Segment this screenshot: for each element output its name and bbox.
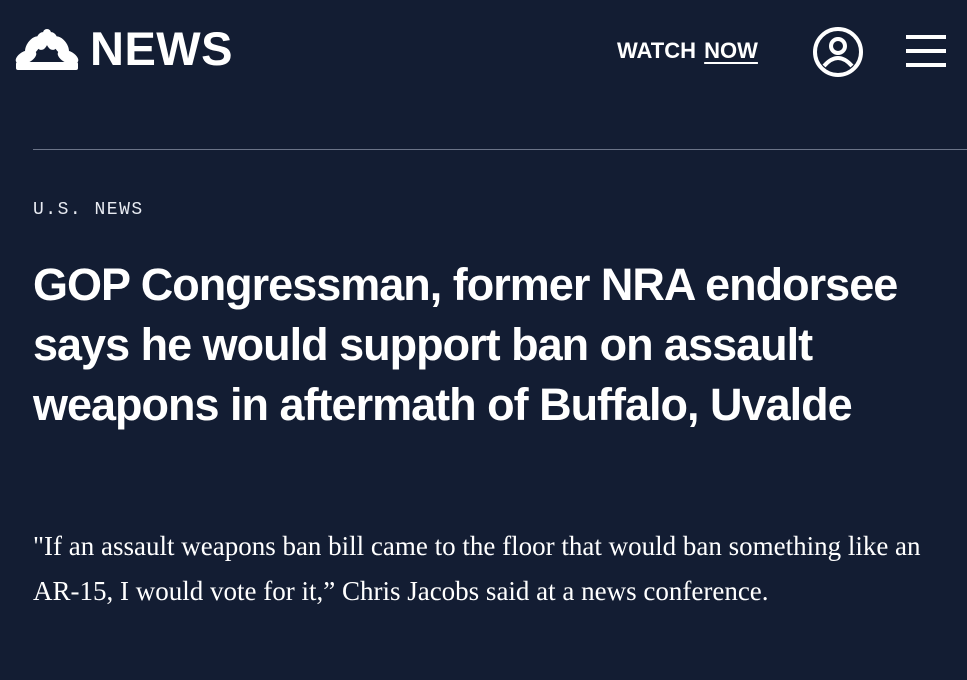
logo-text: NEWS xyxy=(90,22,233,75)
category-label[interactable]: U.S. NEWS xyxy=(33,198,144,222)
site-header: NEWS WATCH NOW xyxy=(0,0,967,110)
article-headline: GOP Congressman, former NRA endorsee say… xyxy=(33,259,898,430)
menu-bar-top xyxy=(906,35,946,39)
now-label: NOW xyxy=(704,38,758,63)
menu-bar-middle xyxy=(906,49,946,53)
user-account-icon xyxy=(813,27,863,77)
nbc-peacock-icon xyxy=(15,29,79,70)
watch-now-link[interactable]: WATCH NOW xyxy=(617,37,758,65)
header-divider xyxy=(33,149,967,150)
nbc-news-logo[interactable]: NEWS xyxy=(14,22,233,75)
account-button[interactable] xyxy=(812,26,864,78)
hamburger-menu-button[interactable] xyxy=(906,33,946,69)
menu-bar-bottom xyxy=(906,63,946,67)
watch-label: WATCH xyxy=(617,38,697,63)
article-dek: "If an assault weapons ban bill came to … xyxy=(33,531,921,606)
